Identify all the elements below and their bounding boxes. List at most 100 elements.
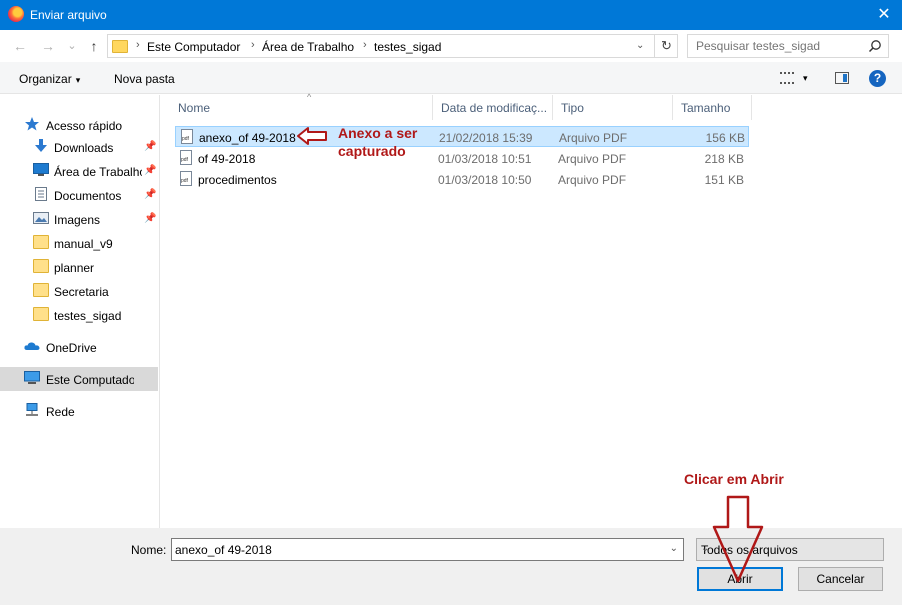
preview-pane-icon[interactable] bbox=[835, 72, 849, 84]
organize-label: Organizar bbox=[19, 72, 72, 86]
recent-locations-chevron-icon[interactable]: ⌄ bbox=[64, 38, 80, 54]
breadcrumb-separator: › bbox=[363, 39, 367, 51]
sidebar-item-label: OneDrive bbox=[46, 341, 97, 355]
images-icon bbox=[33, 212, 49, 224]
download-arrow-icon bbox=[35, 139, 47, 152]
footer-bar: Nome: ⌄ Todos os arquivos ⌄ Abrir Cancel… bbox=[0, 528, 902, 605]
chevron-down-icon[interactable]: ⌄ bbox=[670, 543, 678, 554]
file-modified: 01/03/2018 10:51 bbox=[438, 152, 532, 166]
column-header-modified[interactable]: Data de modificaç... bbox=[432, 95, 552, 120]
search-box[interactable] bbox=[687, 34, 889, 58]
file-name-combobox[interactable]: ⌄ bbox=[171, 538, 684, 561]
column-header-label: Data de modificaç... bbox=[441, 101, 548, 115]
pin-icon: 📌 bbox=[144, 189, 157, 200]
folder-icon bbox=[33, 283, 49, 297]
table-row[interactable]: of 49-2018 01/03/2018 10:51 Arquivo PDF … bbox=[175, 148, 749, 169]
pdf-file-icon bbox=[180, 150, 192, 165]
column-header-type[interactable]: Tipo bbox=[552, 95, 672, 120]
annotation-attachment-note: Anexo a ser capturado bbox=[338, 125, 418, 159]
organize-button[interactable]: Organizar ▾ bbox=[19, 72, 80, 86]
table-row[interactable]: anexo_of 49-2018 21/02/2018 15:39 Arquiv… bbox=[175, 126, 749, 147]
sidebar-item-label: Downloads bbox=[54, 141, 114, 155]
folder-icon bbox=[33, 259, 49, 273]
breadcrumb-this-pc[interactable]: Este Computador bbox=[147, 40, 240, 54]
annotation-click-note: Clicar em Abrir bbox=[684, 471, 784, 487]
cloud-icon bbox=[24, 342, 40, 350]
sidebar-item-label: Secretaria bbox=[54, 285, 109, 299]
close-button[interactable]: ✕ bbox=[866, 0, 902, 30]
breadcrumb-desktop[interactable]: Área de Trabalho bbox=[262, 40, 354, 54]
breadcrumb-separator: › bbox=[251, 39, 255, 51]
title-bar: Enviar arquivo ✕ bbox=[0, 0, 902, 30]
file-name-label: Nome: bbox=[131, 543, 167, 557]
annotation-down-arrow-icon bbox=[712, 495, 764, 583]
column-header-label: Nome bbox=[178, 101, 211, 115]
breadcrumb-separator: › bbox=[136, 39, 140, 51]
back-arrow-icon[interactable]: ← bbox=[12, 38, 28, 54]
table-row[interactable]: procedimentos 01/03/2018 10:50 Arquivo P… bbox=[175, 169, 749, 190]
new-folder-button[interactable]: Nova pasta bbox=[114, 72, 175, 86]
sidebar-item-manual-v9[interactable]: manual_v9 bbox=[0, 231, 158, 255]
computer-icon bbox=[24, 371, 40, 384]
sidebar-item-label: manual_v9 bbox=[54, 237, 113, 251]
forward-arrow-icon[interactable]: → bbox=[40, 38, 56, 54]
pin-icon: 📌 bbox=[144, 213, 157, 224]
file-size: 218 KB bbox=[704, 152, 744, 166]
sidebar-item-images[interactable]: Imagens 📌 bbox=[0, 207, 158, 231]
address-row: ← → ⌄ ↑ › Este Computador › Área de Trab… bbox=[0, 30, 902, 62]
file-name-input[interactable] bbox=[172, 539, 662, 560]
pin-icon: 📌 bbox=[144, 141, 157, 152]
sidebar-item-downloads[interactable]: Downloads 📌 bbox=[0, 135, 158, 159]
help-icon[interactable]: ? bbox=[869, 70, 886, 87]
refresh-icon[interactable]: ↻ bbox=[654, 35, 678, 57]
firefox-icon bbox=[8, 6, 24, 22]
file-type: Arquivo PDF bbox=[558, 173, 627, 187]
folder-icon bbox=[112, 40, 128, 53]
sidebar-item-secretaria[interactable]: Secretaria bbox=[0, 279, 158, 303]
sidebar-item-desktop[interactable]: Área de Trabalho 📌 bbox=[0, 159, 158, 183]
column-header-name[interactable]: Nome ^ bbox=[170, 92, 432, 120]
sidebar-item-label: Documentos bbox=[54, 189, 122, 203]
sidebar-item-network[interactable]: Rede bbox=[0, 399, 158, 423]
sidebar-item-documents[interactable]: Documentos 📌 bbox=[0, 183, 158, 207]
file-name: of 49-2018 bbox=[198, 152, 256, 166]
file-modified: 21/02/2018 15:39 bbox=[439, 131, 533, 145]
file-type: Arquivo PDF bbox=[558, 152, 627, 166]
network-icon bbox=[26, 403, 38, 416]
desktop-icon bbox=[33, 163, 49, 176]
navigation-pane: Acesso rápido Downloads 📌 Área de Trabal… bbox=[0, 95, 160, 528]
star-icon bbox=[25, 117, 39, 131]
documents-icon bbox=[35, 187, 47, 201]
sidebar-item-this-pc[interactable]: Este Computador bbox=[0, 367, 158, 391]
up-arrow-icon[interactable]: ↑ bbox=[86, 38, 102, 54]
sidebar-item-quick-access[interactable]: Acesso rápido bbox=[0, 113, 158, 137]
address-bar[interactable]: › Este Computador › Área de Trabalho › t… bbox=[107, 34, 678, 58]
file-name: anexo_of 49-2018 bbox=[199, 131, 296, 145]
column-header-label: Tipo bbox=[561, 101, 584, 115]
view-options-chevron-icon[interactable]: ▾ bbox=[803, 73, 808, 84]
sidebar-item-label: Área de Trabalho bbox=[54, 165, 142, 179]
breadcrumb-testes-sigad[interactable]: testes_sigad bbox=[374, 40, 441, 54]
sort-ascending-icon: ^ bbox=[307, 92, 312, 102]
address-dropdown-chevron-icon[interactable]: ⌄ bbox=[636, 40, 644, 51]
sidebar-item-planner[interactable]: planner bbox=[0, 255, 158, 279]
chevron-down-icon: ▾ bbox=[75, 75, 81, 85]
window-title: Enviar arquivo bbox=[30, 8, 107, 22]
column-header-size[interactable]: Tamanho bbox=[672, 95, 752, 120]
search-icon[interactable] bbox=[868, 39, 882, 53]
file-size: 151 KB bbox=[704, 173, 744, 187]
search-input[interactable] bbox=[688, 35, 864, 57]
file-size: 156 KB bbox=[705, 131, 745, 145]
folder-icon bbox=[33, 307, 49, 321]
column-header-label: Tamanho bbox=[681, 101, 731, 115]
view-options-icon[interactable] bbox=[780, 72, 794, 84]
sidebar-item-label: Rede bbox=[46, 405, 75, 419]
file-modified: 01/03/2018 10:50 bbox=[438, 173, 532, 187]
command-toolbar: Organizar ▾ Nova pasta ▾ ? bbox=[0, 62, 902, 94]
sidebar-item-testes-sigad[interactable]: testes_sigad bbox=[0, 303, 158, 327]
sidebar-item-label: Este Computador bbox=[46, 373, 134, 387]
sidebar-item-label: planner bbox=[54, 261, 95, 275]
pin-icon: 📌 bbox=[144, 165, 157, 176]
cancel-button[interactable]: Cancelar bbox=[798, 567, 883, 591]
sidebar-item-onedrive[interactable]: OneDrive bbox=[0, 335, 158, 359]
